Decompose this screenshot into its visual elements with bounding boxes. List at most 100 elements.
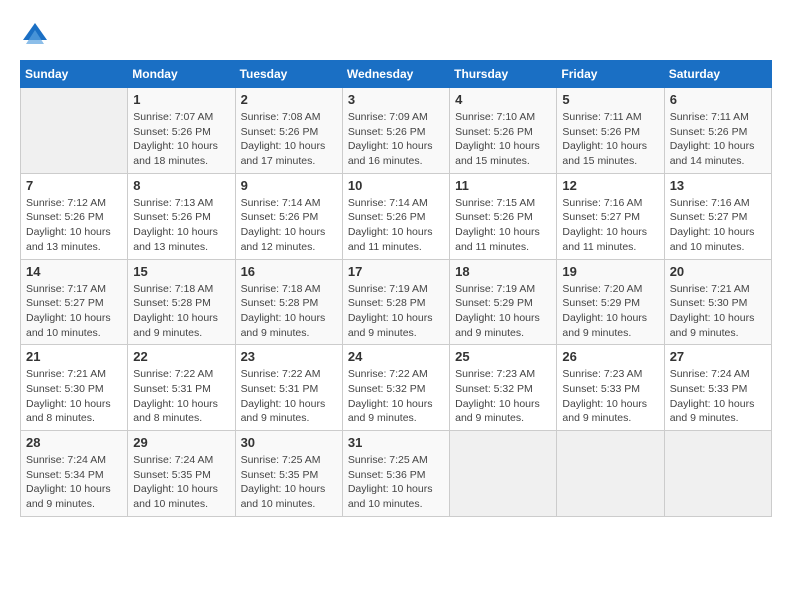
calendar-week-2: 7 Sunrise: 7:12 AMSunset: 5:26 PMDaylight…: [21, 173, 772, 259]
day-header-tuesday: Tuesday: [235, 61, 342, 88]
day-number: 1: [133, 92, 229, 107]
calendar-cell: 21Sunrise: 7:21 AMSunset: 5:30 PMDayligh…: [21, 345, 128, 431]
day-info: Sunrise: 7:18 AMSunset: 5:28 PMDaylight:…: [133, 282, 229, 341]
day-info: Sunrise: 7:24 AMSunset: 5:33 PMDaylight:…: [670, 367, 766, 426]
day-number: 29: [133, 435, 229, 450]
calendar-cell: 15 Sunrise: 7:18 AMSunset: 5:28 PMDayligh…: [128, 259, 235, 345]
day-info: Sunrise: 7:25 AMSunset: 5:36 PMDaylight:…: [348, 453, 444, 512]
calendar-table: SundayMondayTuesdayWednesdayThursdayFrid…: [20, 60, 772, 517]
calendar-cell: 18Sunrise: 7:19 AMSunset: 5:29 PMDayligh…: [450, 259, 557, 345]
calendar-cell: 29 Sunrise: 7:24 AMSunset: 5:35 PMDayligh…: [128, 431, 235, 517]
day-info: Sunrise: 7:23 AMSunset: 5:32 PMDaylight:…: [455, 367, 551, 426]
day-header-friday: Friday: [557, 61, 664, 88]
calendar-cell: 17 Sunrise: 7:19 AMSunset: 5:28 PMDayligh…: [342, 259, 449, 345]
calendar-cell: 22Sunrise: 7:22 AMSunset: 5:31 PMDayligh…: [128, 345, 235, 431]
calendar-cell: [557, 431, 664, 517]
calendar-cell: [450, 431, 557, 517]
day-number: 26: [562, 349, 658, 364]
day-number: 25: [455, 349, 551, 364]
day-number: 3: [348, 92, 444, 107]
day-number: 8: [133, 178, 229, 193]
day-number: 21: [26, 349, 122, 364]
day-info: Sunrise: 7:09 AMSunset: 5:26 PMDaylight:…: [348, 110, 444, 169]
day-number: 6: [670, 92, 766, 107]
calendar-cell: 13 Sunrise: 7:16 AMSunset: 5:27 PMDayligh…: [664, 173, 771, 259]
day-number: 10: [348, 178, 444, 193]
calendar-cell: [664, 431, 771, 517]
day-header-thursday: Thursday: [450, 61, 557, 88]
day-info: Sunrise: 7:24 AMSunset: 5:34 PMDaylight:…: [26, 453, 122, 512]
day-number: 9: [241, 178, 337, 193]
day-info: Sunrise: 7:14 AMSunset: 5:26 PMDaylight:…: [241, 196, 337, 255]
calendar-cell: 2Sunrise: 7:08 AMSunset: 5:26 PMDaylight…: [235, 88, 342, 174]
calendar-week-1: 1 Sunrise: 7:07 AMSunset: 5:26 PMDaylight…: [21, 88, 772, 174]
day-header-wednesday: Wednesday: [342, 61, 449, 88]
calendar-cell: 3 Sunrise: 7:09 AMSunset: 5:26 PMDaylight…: [342, 88, 449, 174]
day-info: Sunrise: 7:22 AMSunset: 5:32 PMDaylight:…: [348, 367, 444, 426]
calendar-cell: 25 Sunrise: 7:23 AMSunset: 5:32 PMDayligh…: [450, 345, 557, 431]
day-info: Sunrise: 7:24 AMSunset: 5:35 PMDaylight:…: [133, 453, 229, 512]
day-info: Sunrise: 7:19 AMSunset: 5:28 PMDaylight:…: [348, 282, 444, 341]
day-info: Sunrise: 7:20 AMSunset: 5:29 PMDaylight:…: [562, 282, 658, 341]
calendar-cell: 6Sunrise: 7:11 AMSunset: 5:26 PMDaylight…: [664, 88, 771, 174]
page-header: [20, 20, 772, 50]
calendar-cell: 26 Sunrise: 7:23 AMSunset: 5:33 PMDayligh…: [557, 345, 664, 431]
calendar-cell: 16 Sunrise: 7:18 AMSunset: 5:28 PMDayligh…: [235, 259, 342, 345]
day-info: Sunrise: 7:11 AMSunset: 5:26 PMDaylight:…: [562, 110, 658, 169]
calendar-cell: 5Sunrise: 7:11 AMSunset: 5:26 PMDaylight…: [557, 88, 664, 174]
day-number: 18: [455, 264, 551, 279]
calendar-cell: 20 Sunrise: 7:21 AMSunset: 5:30 PMDayligh…: [664, 259, 771, 345]
day-number: 15: [133, 264, 229, 279]
calendar-cell: 4 Sunrise: 7:10 AMSunset: 5:26 PMDaylight…: [450, 88, 557, 174]
calendar-cell: 30 Sunrise: 7:25 AMSunset: 5:35 PMDayligh…: [235, 431, 342, 517]
day-info: Sunrise: 7:16 AMSunset: 5:27 PMDaylight:…: [670, 196, 766, 255]
logo: [20, 20, 54, 50]
calendar-cell: 8 Sunrise: 7:13 AMSunset: 5:26 PMDaylight…: [128, 173, 235, 259]
calendar-cell: 24 Sunrise: 7:22 AMSunset: 5:32 PMDayligh…: [342, 345, 449, 431]
day-number: 30: [241, 435, 337, 450]
calendar-cell: 14Sunrise: 7:17 AMSunset: 5:27 PMDayligh…: [21, 259, 128, 345]
day-number: 24: [348, 349, 444, 364]
day-number: 7: [26, 178, 122, 193]
day-number: 19: [562, 264, 658, 279]
calendar-cell: 28 Sunrise: 7:24 AMSunset: 5:34 PMDayligh…: [21, 431, 128, 517]
day-info: Sunrise: 7:16 AMSunset: 5:27 PMDaylight:…: [562, 196, 658, 255]
day-info: Sunrise: 7:08 AMSunset: 5:26 PMDaylight:…: [241, 110, 337, 169]
day-info: Sunrise: 7:21 AMSunset: 5:30 PMDaylight:…: [670, 282, 766, 341]
calendar-cell: 7 Sunrise: 7:12 AMSunset: 5:26 PMDaylight…: [21, 173, 128, 259]
calendar-cell: 11Sunrise: 7:15 AMSunset: 5:26 PMDayligh…: [450, 173, 557, 259]
day-number: 11: [455, 178, 551, 193]
day-number: 23: [241, 349, 337, 364]
calendar-cell: [21, 88, 128, 174]
header-row: SundayMondayTuesdayWednesdayThursdayFrid…: [21, 61, 772, 88]
calendar-cell: 23 Sunrise: 7:22 AMSunset: 5:31 PMDayligh…: [235, 345, 342, 431]
day-header-saturday: Saturday: [664, 61, 771, 88]
day-number: 4: [455, 92, 551, 107]
day-info: Sunrise: 7:07 AMSunset: 5:26 PMDaylight:…: [133, 110, 229, 169]
day-number: 13: [670, 178, 766, 193]
calendar-cell: 1 Sunrise: 7:07 AMSunset: 5:26 PMDaylight…: [128, 88, 235, 174]
calendar-cell: 31 Sunrise: 7:25 AMSunset: 5:36 PMDayligh…: [342, 431, 449, 517]
calendar-cell: 10Sunrise: 7:14 AMSunset: 5:26 PMDayligh…: [342, 173, 449, 259]
day-info: Sunrise: 7:12 AMSunset: 5:26 PMDaylight:…: [26, 196, 122, 255]
day-number: 31: [348, 435, 444, 450]
day-info: Sunrise: 7:18 AMSunset: 5:28 PMDaylight:…: [241, 282, 337, 341]
calendar-week-4: 21Sunrise: 7:21 AMSunset: 5:30 PMDayligh…: [21, 345, 772, 431]
calendar-cell: 27Sunrise: 7:24 AMSunset: 5:33 PMDayligh…: [664, 345, 771, 431]
day-number: 16: [241, 264, 337, 279]
day-number: 17: [348, 264, 444, 279]
calendar-cell: 12 Sunrise: 7:16 AMSunset: 5:27 PMDayligh…: [557, 173, 664, 259]
day-info: Sunrise: 7:13 AMSunset: 5:26 PMDaylight:…: [133, 196, 229, 255]
calendar-week-5: 28 Sunrise: 7:24 AMSunset: 5:34 PMDayligh…: [21, 431, 772, 517]
day-info: Sunrise: 7:10 AMSunset: 5:26 PMDaylight:…: [455, 110, 551, 169]
day-info: Sunrise: 7:22 AMSunset: 5:31 PMDaylight:…: [241, 367, 337, 426]
day-number: 14: [26, 264, 122, 279]
calendar-cell: 9 Sunrise: 7:14 AMSunset: 5:26 PMDaylight…: [235, 173, 342, 259]
calendar-cell: 19 Sunrise: 7:20 AMSunset: 5:29 PMDayligh…: [557, 259, 664, 345]
day-info: Sunrise: 7:23 AMSunset: 5:33 PMDaylight:…: [562, 367, 658, 426]
day-number: 20: [670, 264, 766, 279]
day-info: Sunrise: 7:25 AMSunset: 5:35 PMDaylight:…: [241, 453, 337, 512]
day-number: 12: [562, 178, 658, 193]
day-number: 28: [26, 435, 122, 450]
logo-icon: [20, 20, 50, 50]
